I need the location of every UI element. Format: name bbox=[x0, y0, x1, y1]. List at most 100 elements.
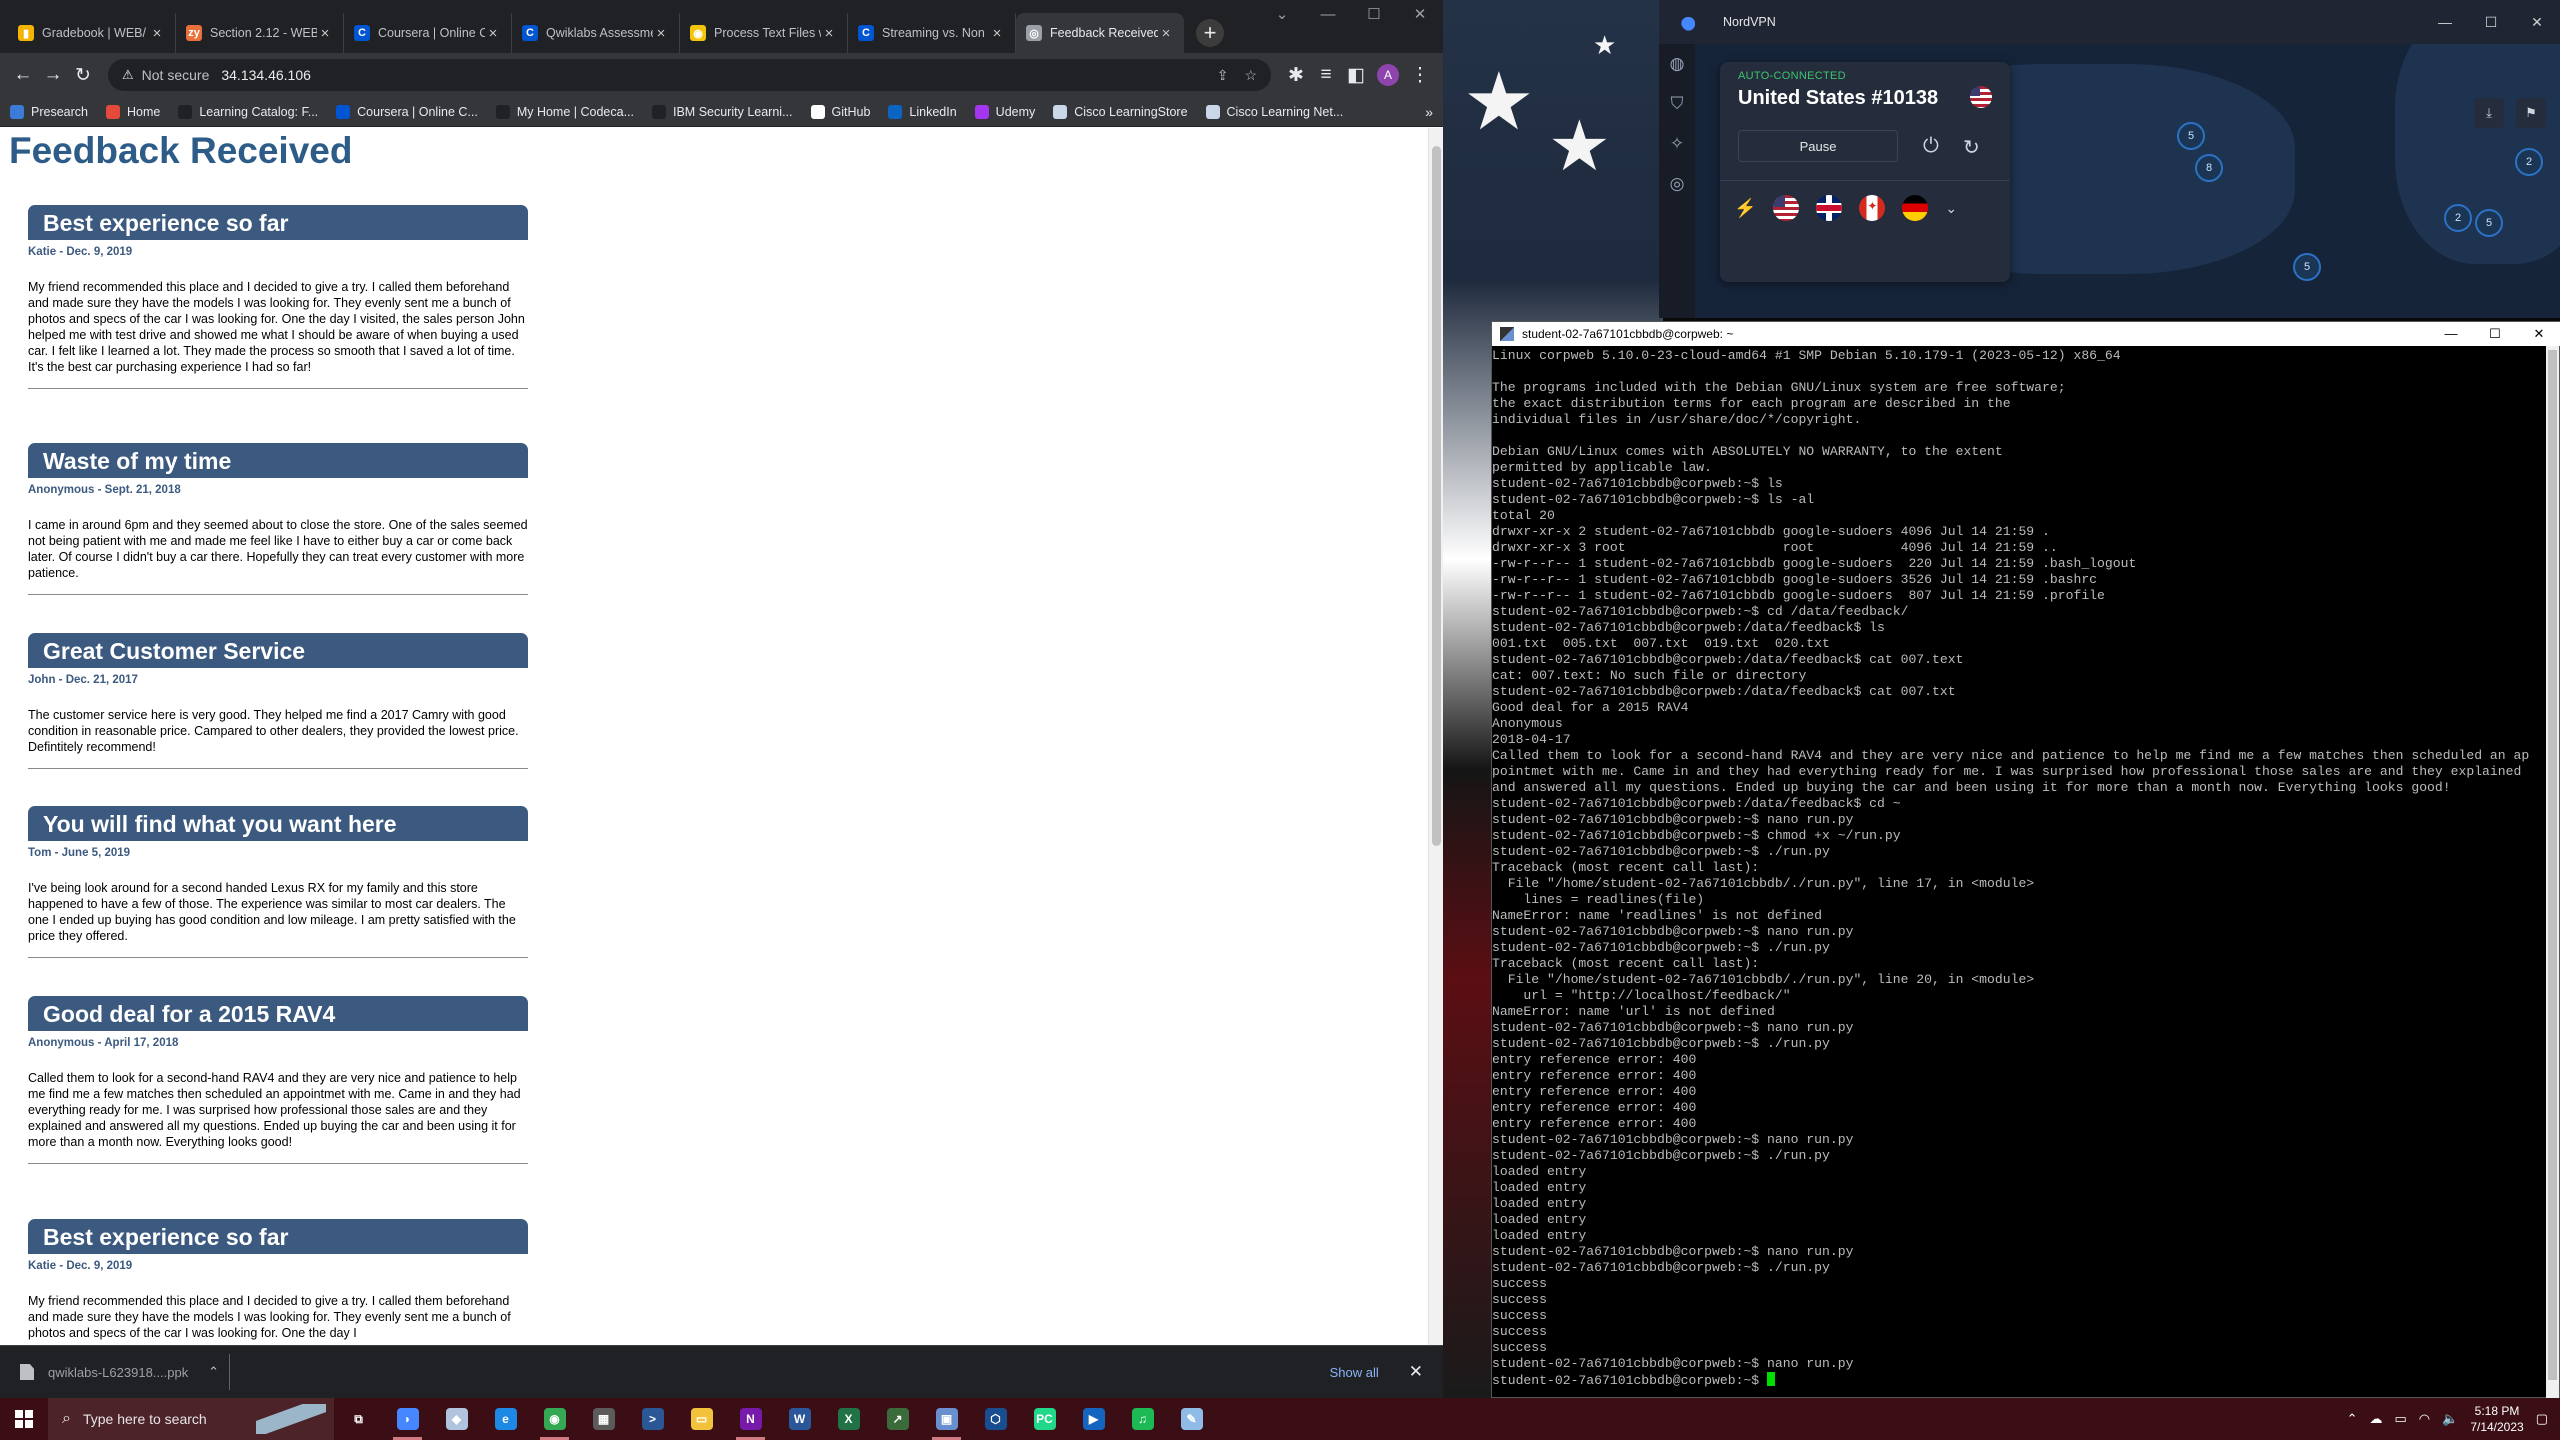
close-button[interactable]: ✕ bbox=[2514, 0, 2560, 44]
cloud-icon[interactable]: ☁ bbox=[2369, 1411, 2382, 1427]
tab-close-icon[interactable]: × bbox=[317, 25, 333, 42]
browser-tab[interactable]: C Qwiklabs Assessme × bbox=[512, 13, 680, 53]
scrollbar-thumb[interactable] bbox=[2548, 350, 2557, 1380]
address-bar[interactable]: ⚠ Not secure 34.134.46.106 ⇪ ☆ bbox=[108, 59, 1271, 91]
server-pin[interactable]: 5 bbox=[2475, 209, 2503, 237]
tab-close-icon[interactable]: × bbox=[989, 25, 1005, 42]
task-view-taskbar-button[interactable]: ⧉ bbox=[334, 1398, 383, 1440]
page-scrollbar[interactable] bbox=[1428, 128, 1443, 1345]
network-icon[interactable]: ▭ bbox=[2394, 1411, 2406, 1427]
spotify-taskbar-button[interactable]: ♫ bbox=[1118, 1398, 1167, 1440]
taskbar-search[interactable]: ⌕ Type here to search bbox=[48, 1398, 334, 1440]
chevron-down-icon[interactable]: ⌄ bbox=[1259, 0, 1305, 30]
server-pin[interactable]: 5 bbox=[2293, 253, 2321, 281]
bookmark-item[interactable]: Cisco LearningStore bbox=[1053, 104, 1188, 119]
notepad-taskbar-button[interactable]: ✎ bbox=[1167, 1398, 1216, 1440]
bookmark-item[interactable]: Learning Catalog: F... bbox=[178, 104, 318, 119]
minimize-button[interactable]: — bbox=[1305, 0, 1351, 30]
back-button[interactable]: ← bbox=[8, 60, 38, 90]
maximize-button[interactable]: ☐ bbox=[2473, 322, 2517, 346]
browser-tab[interactable]: ▮ Gradebook | WEB/× bbox=[8, 13, 176, 53]
start-button[interactable] bbox=[0, 1398, 48, 1440]
server-pin[interactable]: 8 bbox=[2195, 154, 2223, 182]
globe-icon[interactable]: ◍ bbox=[1670, 54, 1685, 74]
lightning-icon[interactable]: ⚡ bbox=[1734, 198, 1756, 219]
scrollbar-thumb[interactable] bbox=[1432, 146, 1441, 846]
putty-taskbar-button[interactable]: ▣ bbox=[922, 1398, 971, 1440]
bookmark-item[interactable]: GitHub bbox=[810, 104, 870, 119]
word-taskbar-button[interactable]: W bbox=[775, 1398, 824, 1440]
nordvpn-app-taskbar-button[interactable]: ◗ bbox=[383, 1398, 432, 1440]
side-panel-icon[interactable]: ◧ bbox=[1341, 60, 1371, 90]
store-taskbar-button[interactable]: ▦ bbox=[579, 1398, 628, 1440]
download-item[interactable]: qwiklabs-L623918....ppk ⌃ bbox=[20, 1354, 230, 1390]
notifications-icon[interactable]: ⚑ bbox=[2516, 98, 2546, 128]
server-pin[interactable]: 2 bbox=[2515, 148, 2543, 176]
tab-close-icon[interactable]: × bbox=[1158, 25, 1174, 42]
canada-flag-button[interactable] bbox=[1859, 195, 1886, 221]
bookmark-item[interactable]: Coursera | Online C... bbox=[336, 104, 478, 119]
app-cloud-taskbar-button[interactable]: ◆ bbox=[432, 1398, 481, 1440]
notifications-icon[interactable]: ▢ bbox=[2536, 1411, 2548, 1427]
reload-button[interactable]: ↻ bbox=[68, 60, 98, 90]
close-button[interactable]: ✕ bbox=[1397, 0, 1443, 30]
download-icon[interactable]: ⤓ bbox=[2474, 98, 2504, 128]
terminal-scrollbar[interactable] bbox=[2546, 346, 2559, 1399]
file-explorer-taskbar-button[interactable]: ▭ bbox=[677, 1398, 726, 1440]
minimize-button[interactable]: — bbox=[2422, 0, 2468, 44]
excel-taskbar-button[interactable]: X bbox=[824, 1398, 873, 1440]
pause-button[interactable]: Pause bbox=[1738, 130, 1898, 162]
bookmark-item[interactable]: IBM Security Learni... bbox=[652, 104, 793, 119]
terminal-output[interactable]: Linux corpweb 5.10.0-23-cloud-amd64 #1 S… bbox=[1492, 346, 2548, 1399]
tab-close-icon[interactable]: × bbox=[653, 25, 669, 42]
app-chart-taskbar-button[interactable]: ↗ bbox=[873, 1398, 922, 1440]
bookmark-item[interactable]: Cisco Learning Net... bbox=[1205, 104, 1343, 119]
minimize-button[interactable]: — bbox=[2429, 322, 2473, 346]
maximize-button[interactable]: ☐ bbox=[2468, 0, 2514, 44]
browser-tab[interactable]: C Coursera | Online C × bbox=[344, 13, 512, 53]
shield-icon[interactable]: ⛉ bbox=[1671, 94, 1684, 114]
share-icon[interactable]: ⇪ bbox=[1217, 67, 1229, 84]
meshnet-icon[interactable]: ✧ bbox=[1670, 134, 1684, 154]
uk-flag-button[interactable] bbox=[1816, 195, 1843, 221]
server-pin[interactable]: 5 bbox=[2177, 122, 2205, 150]
download-file-name[interactable]: qwiklabs-L623918....ppk bbox=[48, 1365, 208, 1380]
close-download-bar-button[interactable]: ✕ bbox=[1409, 1362, 1423, 1382]
url-text[interactable]: 34.134.46.106 bbox=[221, 67, 311, 83]
close-button[interactable]: ✕ bbox=[2517, 322, 2560, 346]
powershell-taskbar-button[interactable]: > bbox=[628, 1398, 677, 1440]
warning-icon[interactable]: ⚠ bbox=[122, 67, 134, 83]
chevron-up-icon[interactable]: ⌃ bbox=[2347, 1411, 2358, 1427]
vlc-media-taskbar-button[interactable]: ▶ bbox=[1069, 1398, 1118, 1440]
chevron-down-icon[interactable]: ⌄ bbox=[1945, 200, 1957, 217]
onenote-taskbar-button[interactable]: N bbox=[726, 1398, 775, 1440]
bookmark-item[interactable]: Udemy bbox=[974, 104, 1035, 119]
virtualbox-taskbar-button[interactable]: ⬡ bbox=[971, 1398, 1020, 1440]
profile-avatar[interactable]: A bbox=[1377, 64, 1399, 86]
tab-close-icon[interactable]: × bbox=[485, 25, 501, 42]
tab-close-icon[interactable]: × bbox=[821, 25, 837, 42]
wifi-icon[interactable]: ◠ bbox=[2419, 1411, 2430, 1427]
bookmark-star-icon[interactable]: ☆ bbox=[1244, 67, 1257, 84]
extensions-icon[interactable]: ✱ bbox=[1281, 60, 1311, 90]
menu-icon[interactable]: ⋮ bbox=[1405, 60, 1435, 90]
server-pin[interactable]: 2 bbox=[2444, 204, 2472, 232]
chrome-taskbar-button[interactable]: ◉ bbox=[530, 1398, 579, 1440]
disconnect-icon[interactable]: ⏻ bbox=[1923, 135, 1939, 158]
bookmark-item[interactable]: Presearch bbox=[10, 104, 88, 119]
us-flag-button[interactable] bbox=[1773, 195, 1800, 221]
pycharm-taskbar-button[interactable]: PC bbox=[1020, 1398, 1069, 1440]
show-all-button[interactable]: Show all bbox=[1330, 1365, 1379, 1380]
tab-close-icon[interactable]: × bbox=[149, 25, 165, 42]
edge-taskbar-button[interactable]: e bbox=[481, 1398, 530, 1440]
reconnect-icon[interactable]: ↻ bbox=[1963, 135, 1980, 160]
bookmark-item[interactable]: LinkedIn bbox=[888, 104, 957, 119]
bookmarks-overflow-button[interactable]: » bbox=[1425, 104, 1433, 120]
clock[interactable]: 5:18 PM 7/14/2023 bbox=[2470, 1403, 2523, 1435]
bookmark-item[interactable]: Home bbox=[105, 104, 160, 119]
maximize-button[interactable]: ☐ bbox=[1351, 0, 1397, 30]
forward-button[interactable]: → bbox=[38, 60, 68, 90]
reading-list-icon[interactable]: ≡ bbox=[1311, 60, 1341, 90]
target-icon[interactable]: ◎ bbox=[1670, 174, 1685, 194]
germany-flag-button[interactable] bbox=[1902, 195, 1929, 221]
